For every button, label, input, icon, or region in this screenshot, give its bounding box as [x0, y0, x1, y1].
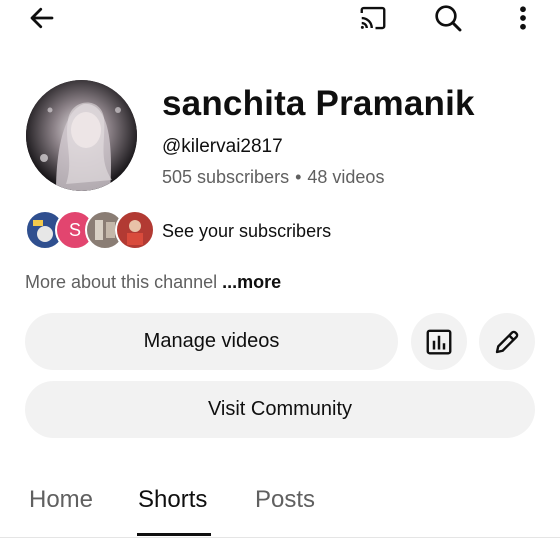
- back-button[interactable]: [20, 0, 64, 36]
- video-count: 48 videos: [307, 167, 385, 187]
- tab-posts[interactable]: Posts: [255, 486, 315, 514]
- active-tab-indicator: [137, 533, 211, 536]
- pencil-icon: [495, 330, 519, 353]
- cast-button[interactable]: [350, 0, 396, 36]
- about-more-link[interactable]: ...more: [222, 272, 281, 292]
- subscriber-count: 505 subscribers: [162, 167, 290, 187]
- search-button[interactable]: [426, 0, 470, 36]
- avatar-image: [26, 80, 137, 191]
- subscribers-avatars[interactable]: S: [25, 210, 155, 250]
- channel-handle: @kilervai2817: [162, 136, 283, 157]
- visit-community-button[interactable]: Visit Community: [25, 381, 535, 438]
- cast-icon: [360, 6, 386, 30]
- channel-stats: 505 subscribers • 48 videos: [162, 167, 384, 188]
- bar-chart-icon: [426, 329, 452, 354]
- about-text: More about this channel: [25, 272, 218, 292]
- channel-about[interactable]: More about this channel ...more: [25, 272, 281, 293]
- tab-shorts[interactable]: Shorts: [138, 486, 207, 514]
- edit-channel-button[interactable]: [479, 313, 535, 370]
- search-icon: [435, 5, 462, 32]
- manage-videos-button[interactable]: Manage videos: [25, 313, 398, 370]
- see-subscribers-link[interactable]: See your subscribers: [162, 221, 331, 242]
- tab-home[interactable]: Home: [29, 486, 93, 514]
- stats-separator: •: [295, 167, 302, 187]
- analytics-button[interactable]: [411, 313, 467, 370]
- tabs-divider: [0, 537, 560, 538]
- channel-name: sanchita Pramanik: [162, 84, 475, 123]
- more-vert-icon: [520, 6, 526, 30]
- channel-avatar[interactable]: [26, 80, 137, 191]
- channel-tabs: Home Shorts Posts: [0, 470, 560, 540]
- subscriber-avatar: [115, 210, 155, 250]
- arrow-left-icon: [30, 7, 54, 29]
- more-options-button[interactable]: [508, 0, 538, 36]
